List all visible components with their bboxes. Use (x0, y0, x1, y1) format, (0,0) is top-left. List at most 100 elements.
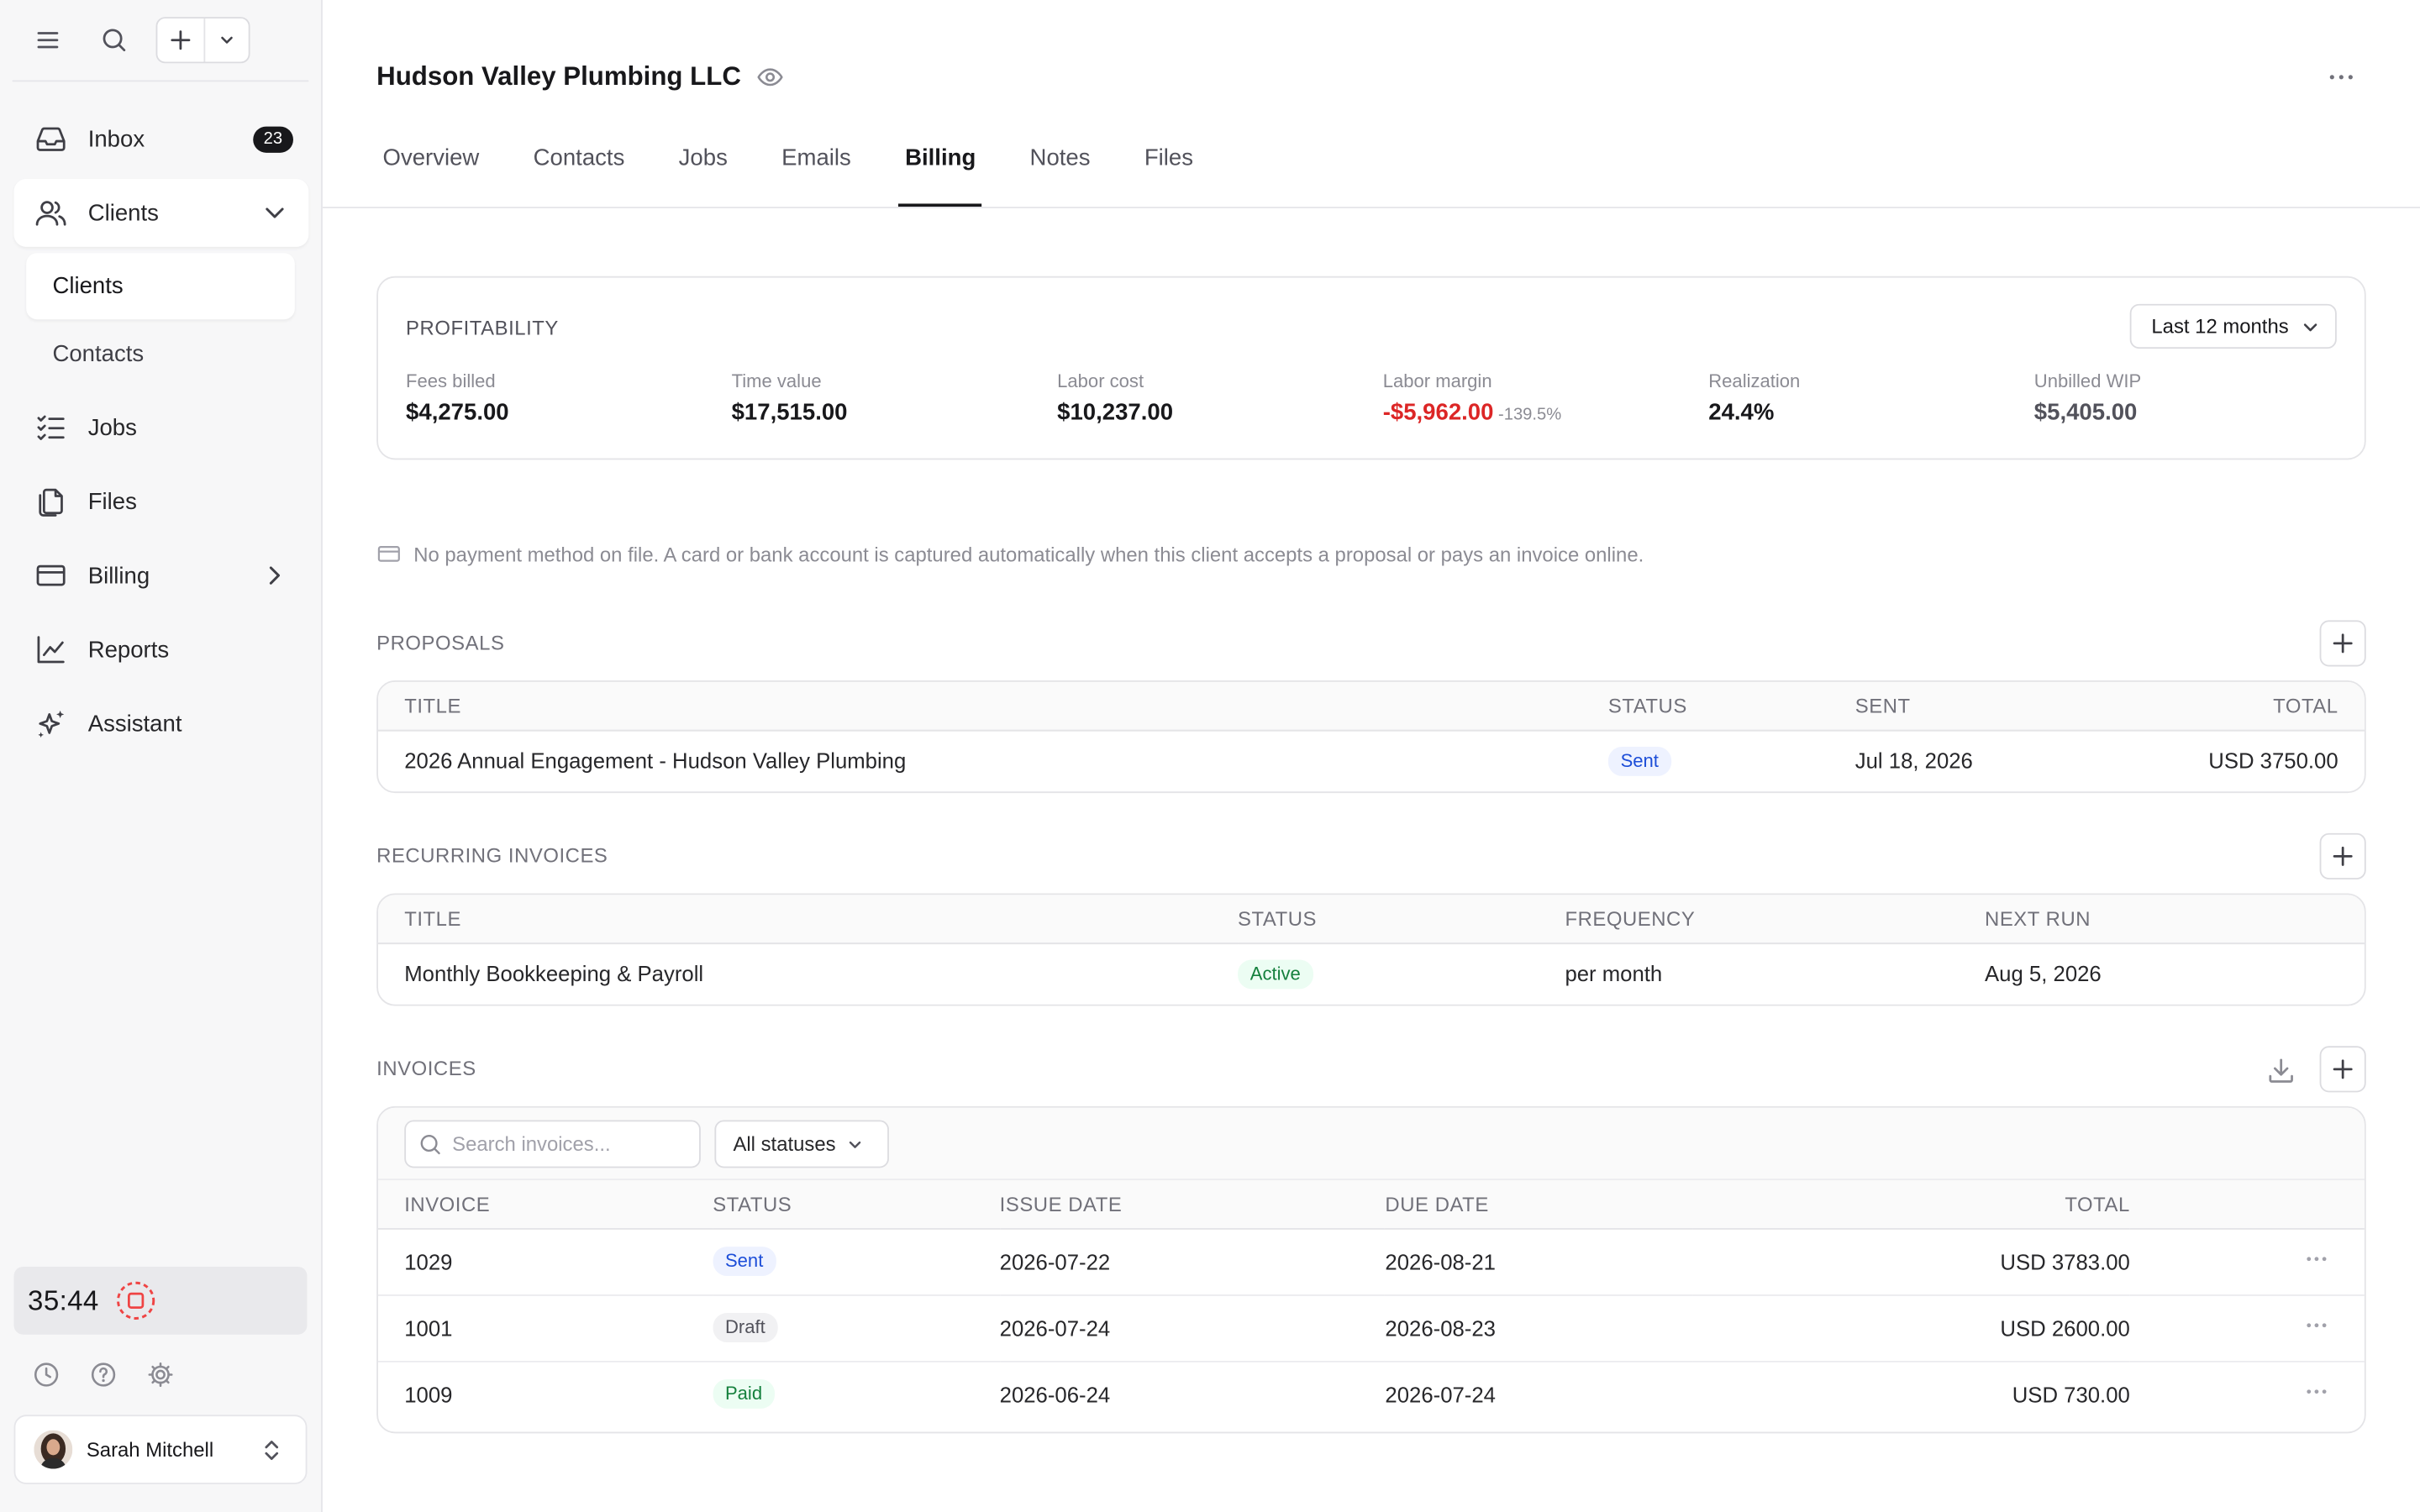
tab-divider (322, 207, 2420, 208)
add-invoice-button[interactable] (2319, 1046, 2366, 1093)
column-header: STATUS (1607, 681, 1855, 731)
create-new-button[interactable] (155, 17, 250, 64)
search-invoices-field[interactable] (404, 1120, 701, 1168)
chevron-down-icon (2298, 314, 2323, 339)
sidebar-item-jobs[interactable]: Jobs (14, 393, 309, 461)
table-row[interactable]: 2026 Annual Engagement - Hudson Valley P… (378, 730, 2365, 791)
tab-notes[interactable]: Notes (1030, 120, 1091, 207)
sidebar-tools (29, 1357, 177, 1391)
date-range-label: Last 12 months (2151, 314, 2289, 339)
plus-icon (2333, 633, 2353, 654)
eye-icon[interactable] (756, 63, 784, 91)
menu-icon[interactable] (31, 24, 65, 57)
metric-realization: Realization 24.4% (1708, 370, 1800, 426)
more-options-icon[interactable] (2302, 1310, 2333, 1341)
metric-value: 24.4% (1708, 399, 1775, 426)
metric-fees-billed: Fees billed $4,275.00 (406, 370, 509, 426)
table-row[interactable]: 1009 Paid 2026-06-24 2026-07-24 USD 730.… (377, 1360, 2365, 1427)
plus-icon (2333, 846, 2353, 866)
table-row[interactable]: Monthly Bookkeeping & Payroll Active per… (378, 942, 2365, 1004)
status-filter-label: All statuses (733, 1132, 836, 1156)
tab-files[interactable]: Files (1144, 120, 1193, 207)
tab-contacts[interactable]: Contacts (534, 120, 625, 207)
plus-icon[interactable] (157, 18, 207, 62)
sidebar-item-label: Reports (87, 636, 170, 663)
credit-card-icon (376, 542, 401, 566)
sidebar-item-label: Files (87, 488, 137, 515)
more-options-icon[interactable] (2324, 61, 2358, 92)
help-icon[interactable] (87, 1357, 120, 1391)
time-tracker[interactable]: 35:44 (13, 1266, 308, 1335)
tab-jobs[interactable]: Jobs (679, 120, 728, 207)
chevron-down-icon[interactable] (206, 18, 249, 61)
search-icon[interactable] (97, 24, 131, 57)
sidebar-subitem-clients[interactable]: Clients (26, 253, 295, 320)
column-header: STATUS (713, 1180, 1000, 1229)
invoices-title: INVOICES (376, 1057, 476, 1080)
metric-unbilled-wip: Unbilled WIP $5,405.00 (2034, 370, 2141, 426)
sidebar-item-reports[interactable]: Reports (14, 616, 309, 684)
sidebar-nav: Inbox 23 Clients Clients Contacts Jobs F… (13, 105, 309, 764)
proposals-table: TITLE STATUS SENT TOTAL 2026 Annual Enga… (376, 680, 2366, 794)
inbox-count-badge: 23 (252, 126, 293, 153)
sidebar-item-clients[interactable]: Clients (13, 179, 309, 247)
metric-value-negative: -$5,962.00 -139.5% (1383, 400, 1562, 426)
issue-date: 2026-07-22 (999, 1227, 1386, 1295)
status-filter-select[interactable]: All statuses (714, 1120, 889, 1168)
column-header: TOTAL (2133, 681, 2365, 731)
stop-timer-icon[interactable] (116, 1280, 156, 1320)
inbox-icon (34, 122, 67, 155)
invoice-number[interactable]: 1009 (377, 1360, 713, 1427)
recurring-title[interactable]: Monthly Bookkeeping & Payroll (378, 942, 1238, 1004)
search-invoices-input[interactable] (452, 1132, 684, 1156)
add-proposal-button[interactable] (2319, 620, 2366, 667)
sidebar-subitem-label: Contacts (52, 340, 145, 368)
download-icon[interactable] (2264, 1053, 2297, 1087)
date-range-select[interactable]: Last 12 months (2129, 303, 2337, 349)
add-recurring-invoice-button[interactable] (2319, 832, 2366, 879)
column-header: SENT (1854, 681, 2133, 731)
sidebar-subitem-contacts[interactable]: Contacts (26, 321, 295, 387)
gear-icon[interactable] (144, 1357, 177, 1391)
sidebar-item-assistant[interactable]: Assistant (14, 690, 309, 758)
chevron-down-icon (845, 1133, 867, 1155)
avatar (34, 1430, 73, 1469)
chevron-up-down-icon[interactable] (256, 1435, 287, 1466)
metric-value: -$5,962.00 (1382, 399, 1494, 426)
clock-icon[interactable] (29, 1357, 63, 1391)
row-actions (2129, 1227, 2365, 1295)
metric-label: Realization (1708, 370, 1801, 392)
tab-emails[interactable]: Emails (781, 120, 851, 207)
tab-bar: Overview Contacts Jobs Emails Billing No… (383, 120, 1248, 207)
metric-label: Fees billed (406, 370, 496, 392)
invoice-number[interactable]: 1001 (377, 1294, 713, 1361)
tab-overview[interactable]: Overview (383, 120, 480, 207)
sidebar-item-label: Clients (87, 199, 159, 227)
chevron-down-icon[interactable] (260, 197, 291, 228)
status-badge: Active (1238, 958, 1313, 989)
chevron-right-icon[interactable] (260, 560, 291, 591)
status-badge: Sent (713, 1247, 776, 1276)
more-options-icon[interactable] (2302, 1377, 2333, 1408)
sidebar-item-billing[interactable]: Billing (14, 542, 309, 610)
table-row[interactable]: 1029 Sent 2026-07-22 2026-08-21 USD 3783… (377, 1227, 2365, 1295)
sidebar-item-inbox[interactable]: Inbox 23 (14, 105, 309, 173)
sidebar-item-files[interactable]: Files (14, 468, 309, 536)
user-menu[interactable]: Sarah Mitchell (13, 1415, 308, 1484)
invoice-total: USD 2600.00 (1693, 1294, 2130, 1361)
invoice-number[interactable]: 1029 (377, 1227, 713, 1295)
plus-icon (2333, 1059, 2353, 1079)
sidebar-toolbar (0, 0, 321, 81)
more-options-icon[interactable] (2302, 1243, 2333, 1274)
next-run: Aug 5, 2026 (1985, 961, 2102, 987)
tab-billing[interactable]: Billing (898, 120, 982, 207)
metric-value: $17,515.00 (731, 399, 848, 426)
table-header: TITLE STATUS FREQUENCY NEXT RUN (377, 895, 2365, 944)
client-name: Hudson Valley Plumbing LLC (376, 61, 741, 92)
table-row[interactable]: 1001 Draft 2026-07-24 2026-08-23 USD 260… (377, 1294, 2365, 1361)
column-header: STATUS (1238, 895, 1565, 944)
row-actions (2129, 1294, 2365, 1361)
proposal-title[interactable]: 2026 Annual Engagement - Hudson Valley P… (378, 730, 1608, 791)
invoice-total: USD 730.00 (1693, 1360, 2130, 1427)
metric-value: $10,237.00 (1057, 399, 1174, 426)
